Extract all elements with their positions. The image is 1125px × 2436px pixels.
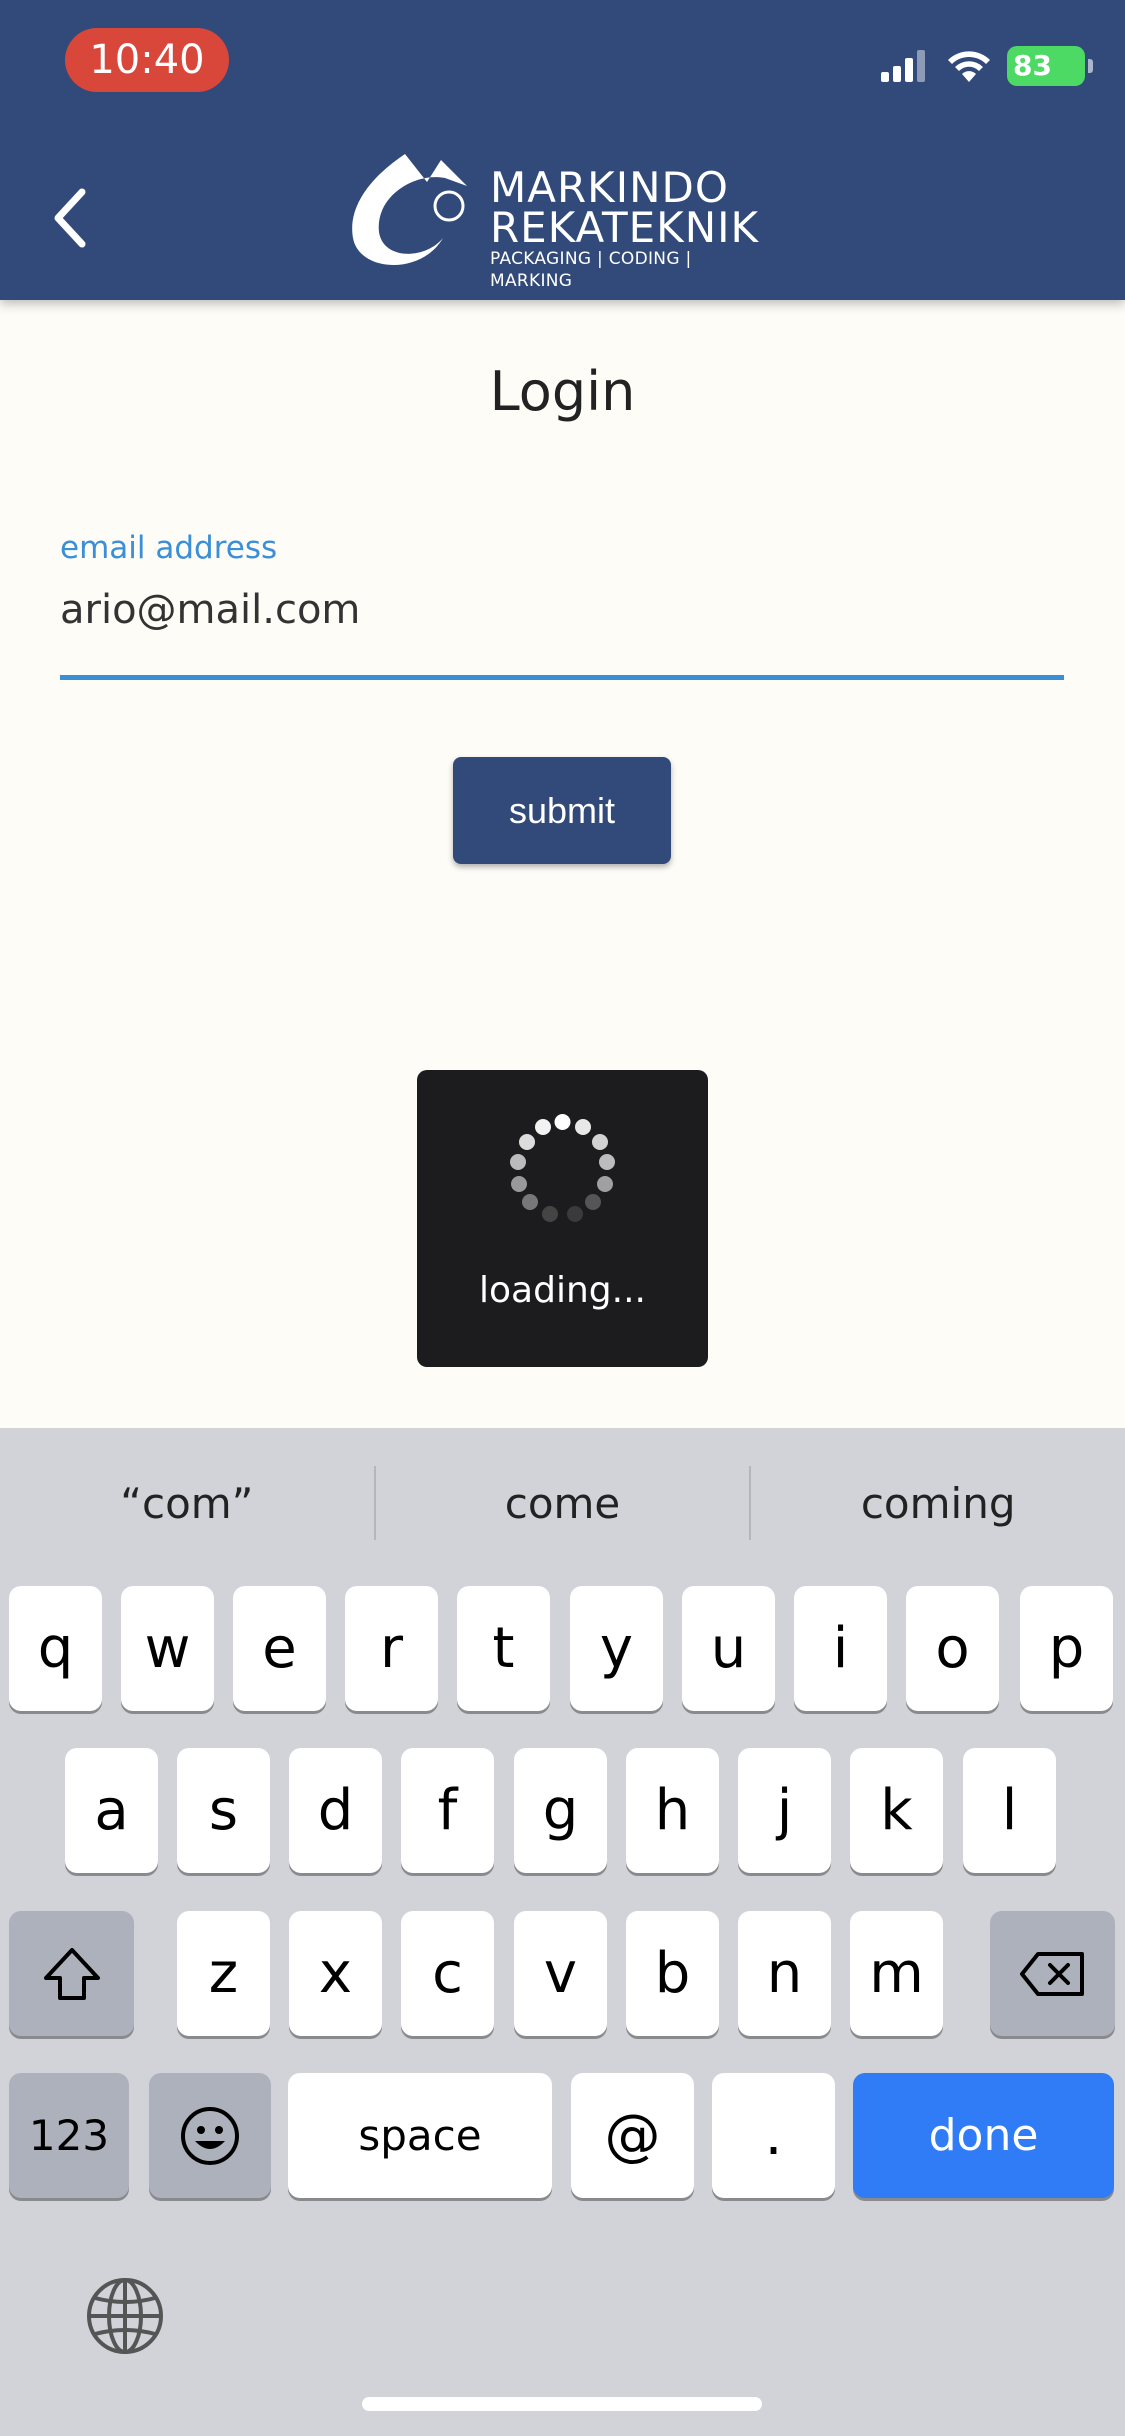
wifi-icon <box>948 51 990 82</box>
key-c[interactable]: c <box>401 1911 494 2036</box>
key-u[interactable]: u <box>682 1586 775 1711</box>
email-label: email address <box>60 530 278 566</box>
shift-icon <box>43 1947 100 2000</box>
key-h[interactable]: h <box>626 1748 719 1873</box>
emoji-icon <box>181 2106 239 2165</box>
page-title: Login <box>489 360 636 423</box>
key-z[interactable]: z <box>177 1911 270 2036</box>
company-logo: ® MARKINDO REKATEKNIK PACKAGING | CODING… <box>345 148 775 291</box>
backspace-key[interactable] <box>990 1911 1115 2036</box>
suggestion-bar: “com” come coming <box>0 1428 1125 1578</box>
key-d[interactable]: d <box>289 1748 382 1873</box>
suggestion-item[interactable]: come <box>376 1479 750 1528</box>
back-button[interactable] <box>40 178 100 258</box>
key-n[interactable]: n <box>738 1911 831 2036</box>
at-key[interactable]: @ <box>571 2073 694 2198</box>
backspace-icon <box>1019 1951 1084 1996</box>
key-q[interactable]: q <box>9 1586 102 1711</box>
key-v[interactable]: v <box>514 1911 607 2036</box>
app-header: 10:40 83 ® MARKINDO REKATEKNI <box>0 0 1125 300</box>
cellular-signal-icon <box>881 50 925 82</box>
chevron-left-icon <box>54 188 86 248</box>
key-g[interactable]: g <box>514 1748 607 1873</box>
email-field-underline <box>60 675 1064 680</box>
key-i[interactable]: i <box>794 1586 887 1711</box>
globe-button[interactable] <box>82 2273 168 2359</box>
submit-button[interactable]: submit <box>453 757 671 864</box>
brand-name-line2: REKATEKNIK <box>490 203 760 252</box>
key-s[interactable]: s <box>177 1748 270 1873</box>
key-b[interactable]: b <box>626 1911 719 2036</box>
key-t[interactable]: t <box>457 1586 550 1711</box>
emoji-key[interactable] <box>149 2073 271 2198</box>
spinner-icon <box>510 1114 615 1222</box>
key-e[interactable]: e <box>233 1586 326 1711</box>
brand-tagline: PACKAGING | CODING | MARKING <box>490 249 692 291</box>
loading-overlay: loading... <box>417 1070 708 1367</box>
brand-name-line1: MARKINDO <box>490 163 729 212</box>
dot-key[interactable]: . <box>712 2073 835 2198</box>
key-l[interactable]: l <box>963 1748 1056 1873</box>
battery-level: 83 <box>1013 49 1052 82</box>
key-p[interactable]: p <box>1020 1586 1113 1711</box>
key-o[interactable]: o <box>906 1586 999 1711</box>
key-k[interactable]: k <box>850 1748 943 1873</box>
status-time: 10:40 <box>65 28 229 92</box>
key-w[interactable]: w <box>121 1586 214 1711</box>
key-a[interactable]: a <box>65 1748 158 1873</box>
key-x[interactable]: x <box>289 1911 382 2036</box>
loading-text: loading... <box>479 1270 646 1311</box>
suggestion-item[interactable]: coming <box>751 1479 1125 1528</box>
globe-icon <box>87 2278 163 2354</box>
status-icons: 83 <box>879 44 1093 88</box>
key-f[interactable]: f <box>401 1748 494 1873</box>
key-r[interactable]: r <box>345 1586 438 1711</box>
email-field[interactable] <box>60 580 1064 640</box>
key-j[interactable]: j <box>738 1748 831 1873</box>
done-key[interactable]: done <box>853 2073 1114 2198</box>
suggestion-item[interactable]: “com” <box>0 1479 374 1528</box>
key-m[interactable]: m <box>850 1911 943 2036</box>
numbers-key[interactable]: 123 <box>9 2073 129 2198</box>
keyboard: “com” come coming q w e r t y u i o p a … <box>0 1428 1125 2436</box>
space-key[interactable]: space <box>288 2073 552 2198</box>
home-indicator <box>362 2397 762 2411</box>
key-y[interactable]: y <box>570 1586 663 1711</box>
shift-key[interactable] <box>9 1911 134 2036</box>
logo-swoosh-icon <box>352 154 467 266</box>
battery-icon: 83 <box>1007 46 1093 86</box>
